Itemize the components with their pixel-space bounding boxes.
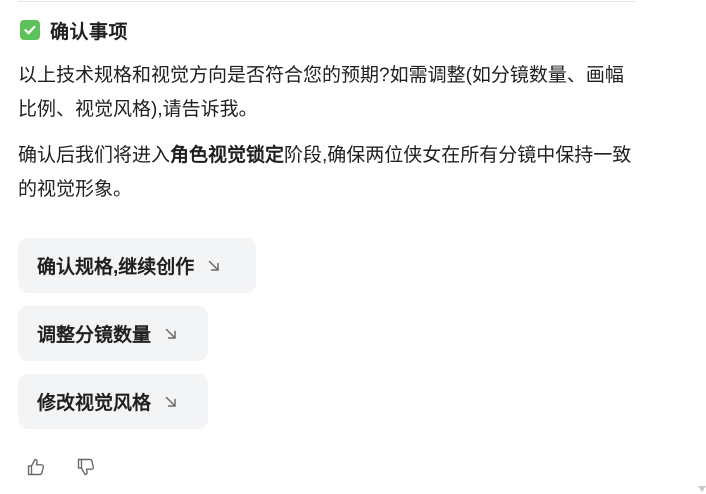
feedback-bar: [24, 455, 98, 479]
paragraph-spec-question: 以上技术规格和视觉方向是否符合您的预期?如需调整(如分镜数量、画幅比例、视觉风格…: [18, 65, 624, 120]
arrow-down-right-icon: [163, 326, 179, 342]
paragraph-next-stage-start: 确认后我们将进入: [18, 145, 171, 166]
arrow-down-right-icon: [163, 394, 179, 410]
suggestion-label: 修改视觉风格: [37, 393, 152, 414]
suggestion-label: 确认规格,继续创作: [37, 257, 195, 278]
arrow-down-right-icon: [206, 258, 222, 274]
paragraph-next-stage-highlight: 角色视觉锁定: [170, 145, 285, 166]
suggestion-label: 调整分镜数量: [37, 325, 152, 346]
top-divider: [18, 1, 636, 2]
section-heading: 确认事项: [20, 16, 128, 44]
section-title: 确认事项: [50, 21, 129, 43]
suggestion-adjust-shots-button[interactable]: 调整分镜数量: [18, 306, 208, 361]
scroll-indicator-icon: [698, 486, 706, 492]
paragraph-next-stage: 确认后我们将进入角色视觉锁定阶段,确保两位侠女在所有分镜中保持一致的视觉形象。: [18, 139, 638, 207]
suggestion-confirm-spec-button[interactable]: 确认规格,继续创作: [18, 238, 256, 293]
thumbs-up-icon[interactable]: [24, 455, 48, 479]
check-box-icon: [20, 20, 40, 40]
thumbs-down-icon[interactable]: [74, 455, 98, 479]
suggestion-modify-style-button[interactable]: 修改视觉风格: [18, 374, 208, 429]
